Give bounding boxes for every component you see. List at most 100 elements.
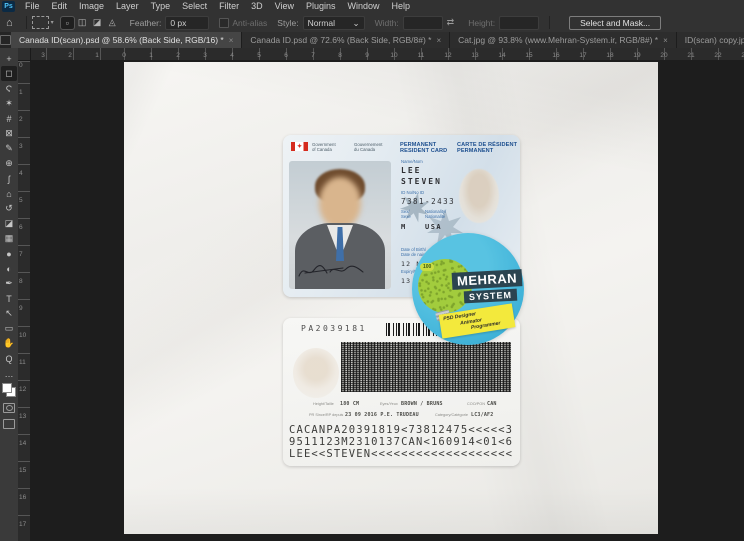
ruler-number: 11: [19, 359, 26, 366]
shape-tool[interactable]: ▭: [1, 321, 17, 336]
card-title-fr: CARTE DE RÉSIDENTPERMANENT: [457, 142, 517, 154]
ruler-number: 3: [199, 52, 211, 59]
ruler-number: 10: [19, 332, 26, 339]
hand-tool[interactable]: ✋: [1, 336, 17, 351]
dodge-tool[interactable]: ◐: [1, 261, 17, 276]
ruler-number: 16: [19, 494, 26, 501]
intersect-selection-mode-button[interactable]: ◬: [106, 17, 119, 29]
path-select-tool[interactable]: ↖: [1, 306, 17, 321]
bulb-badge: 100: [420, 263, 434, 271]
magic-wand-tool[interactable]: ✶: [1, 96, 17, 111]
gov-text-fr: Gouvernementdu Canada: [354, 142, 382, 152]
ruler-number: 19: [631, 52, 643, 59]
blur-tool[interactable]: ●: [1, 246, 17, 261]
menu-edit[interactable]: Edit: [46, 0, 74, 13]
ruler-number: 22: [712, 52, 724, 59]
quick-mask-button[interactable]: [3, 403, 15, 413]
chevron-down-icon: ⌄: [352, 17, 359, 29]
photoshop-logo-icon: Ps: [2, 1, 15, 12]
tab-label: Cat.jpg @ 93.8% (www.Mehran-System.ir, R…: [458, 35, 658, 45]
coo-label: COO/PON: [467, 402, 485, 406]
eyes-label: Eyes/Yeux: [380, 402, 398, 406]
swap-dimensions-icon[interactable]: ⇄: [447, 17, 455, 28]
clone-stamp-tool[interactable]: ⌂: [1, 186, 17, 201]
pen-tool[interactable]: ✒: [1, 276, 17, 291]
new-selection-mode-button[interactable]: ▫: [61, 17, 74, 29]
healing-brush-tool[interactable]: ⊕: [1, 156, 17, 171]
brush-tool[interactable]: ʃ: [1, 171, 17, 186]
barcode-2d: [341, 342, 511, 392]
ruler-number: 0: [19, 62, 23, 69]
height-input[interactable]: [499, 16, 539, 30]
ruler-number: 16: [550, 52, 562, 59]
height-label: Height/Taille: [313, 402, 334, 406]
menu-type[interactable]: Type: [145, 0, 177, 13]
lasso-tool[interactable]: Ϛ: [1, 81, 17, 96]
portrait-face-blurred: [319, 177, 361, 229]
divider: [26, 16, 27, 29]
ruler-number: 0: [118, 52, 130, 59]
menu-file[interactable]: File: [19, 0, 46, 13]
ruler-number: 7: [19, 251, 23, 258]
document-canvas[interactable]: ✦ Governmentof Canada Gouvernementdu Can…: [124, 62, 658, 534]
menu-select[interactable]: Select: [176, 0, 213, 13]
marquee-tool-preview-icon[interactable]: [32, 16, 49, 29]
menu-help[interactable]: Help: [386, 0, 417, 13]
nationality-value: USA: [425, 223, 442, 231]
sticker-subtitle: SYSTEM: [464, 289, 518, 304]
menu-view[interactable]: View: [269, 0, 300, 13]
subtract-selection-mode-button[interactable]: ◪: [91, 17, 104, 29]
frame-tool[interactable]: ⊠: [1, 126, 17, 141]
menu-plugins[interactable]: Plugins: [300, 0, 342, 13]
ruler-number: 11: [415, 52, 427, 59]
options-bar: ⌂ ▾ ▫ ◫ ◪ ◬ Feather: 0 px Anti-alias Sty…: [0, 13, 744, 33]
tab-close-icon[interactable]: ×: [229, 36, 234, 45]
menu-3d[interactable]: 3D: [245, 0, 269, 13]
move-tool[interactable]: +: [1, 51, 17, 66]
tab-label: ID(scan) copy.jpg @ 70.9% (www.Mehran-Sy…: [685, 35, 744, 45]
document-tab-3[interactable]: Cat.jpg @ 93.8% (www.Mehran-System.ir, R…: [450, 32, 677, 48]
screen-mode-button[interactable]: [3, 419, 15, 429]
document-tab-2[interactable]: Canada ID.psd @ 72.6% (Back Side, RGB/8#…: [242, 32, 450, 48]
ghost-portrait-oval: [459, 169, 499, 223]
zoom-tool[interactable]: Q: [1, 351, 17, 366]
eyedropper-tool[interactable]: ✎: [1, 141, 17, 156]
add-selection-mode-button[interactable]: ◫: [76, 17, 89, 29]
select-and-mask-button[interactable]: Select and Mask...: [569, 16, 661, 30]
chevron-down-icon[interactable]: ▾: [51, 19, 54, 26]
ruler-number: 2: [19, 116, 23, 123]
feather-label: Feather:: [130, 18, 162, 28]
document-tab-1[interactable]: Canada ID(scan).psd @ 58.6% (Back Side, …: [11, 32, 242, 48]
home-icon[interactable]: ⌂: [6, 17, 13, 29]
menu-bar: Ps FileEditImageLayerTypeSelectFilter3DV…: [0, 0, 744, 14]
foreground-color-swatch[interactable]: [2, 383, 12, 393]
ruler-number: 2: [172, 52, 184, 59]
document-tab-4[interactable]: ID(scan) copy.jpg @ 70.9% (www.Mehran-Sy…: [677, 32, 744, 48]
name-line1: LEE: [401, 166, 421, 175]
history-brush-tool[interactable]: ↺: [1, 201, 17, 216]
menu-layer[interactable]: Layer: [110, 0, 145, 13]
feather-input[interactable]: 0 px: [165, 16, 209, 30]
gradient-tool[interactable]: ▦: [1, 231, 17, 246]
photoshop-window: Ps FileEditImageLayerTypeSelectFilter3DV…: [0, 0, 744, 541]
marquee-tool[interactable]: ◻: [1, 66, 17, 81]
tab-close-icon[interactable]: ×: [436, 36, 441, 45]
ruler-number: 3: [37, 52, 49, 59]
color-swatches[interactable]: [2, 383, 16, 397]
style-dropdown[interactable]: Normal ⌄: [303, 16, 365, 30]
edit-toolbar[interactable]: …: [1, 366, 17, 381]
ruler-number: 10: [388, 52, 400, 59]
tab-strip-icon[interactable]: [0, 32, 11, 48]
width-input[interactable]: [403, 16, 443, 30]
crop-tool[interactable]: #: [1, 111, 17, 126]
menu-image[interactable]: Image: [73, 0, 110, 13]
id-number-value: 7381-2433: [401, 197, 455, 206]
antialias-checkbox[interactable]: [219, 18, 229, 28]
mrz-line-3: LEE<<STEVEN<<<<<<<<<<<<<<<<<<<: [289, 448, 513, 460]
menu-window[interactable]: Window: [342, 0, 386, 13]
eraser-tool[interactable]: ◪: [1, 216, 17, 231]
sticker-title: MEHRAN: [452, 269, 523, 290]
tab-close-icon[interactable]: ×: [663, 36, 668, 45]
menu-filter[interactable]: Filter: [213, 0, 245, 13]
type-tool[interactable]: T: [1, 291, 17, 306]
